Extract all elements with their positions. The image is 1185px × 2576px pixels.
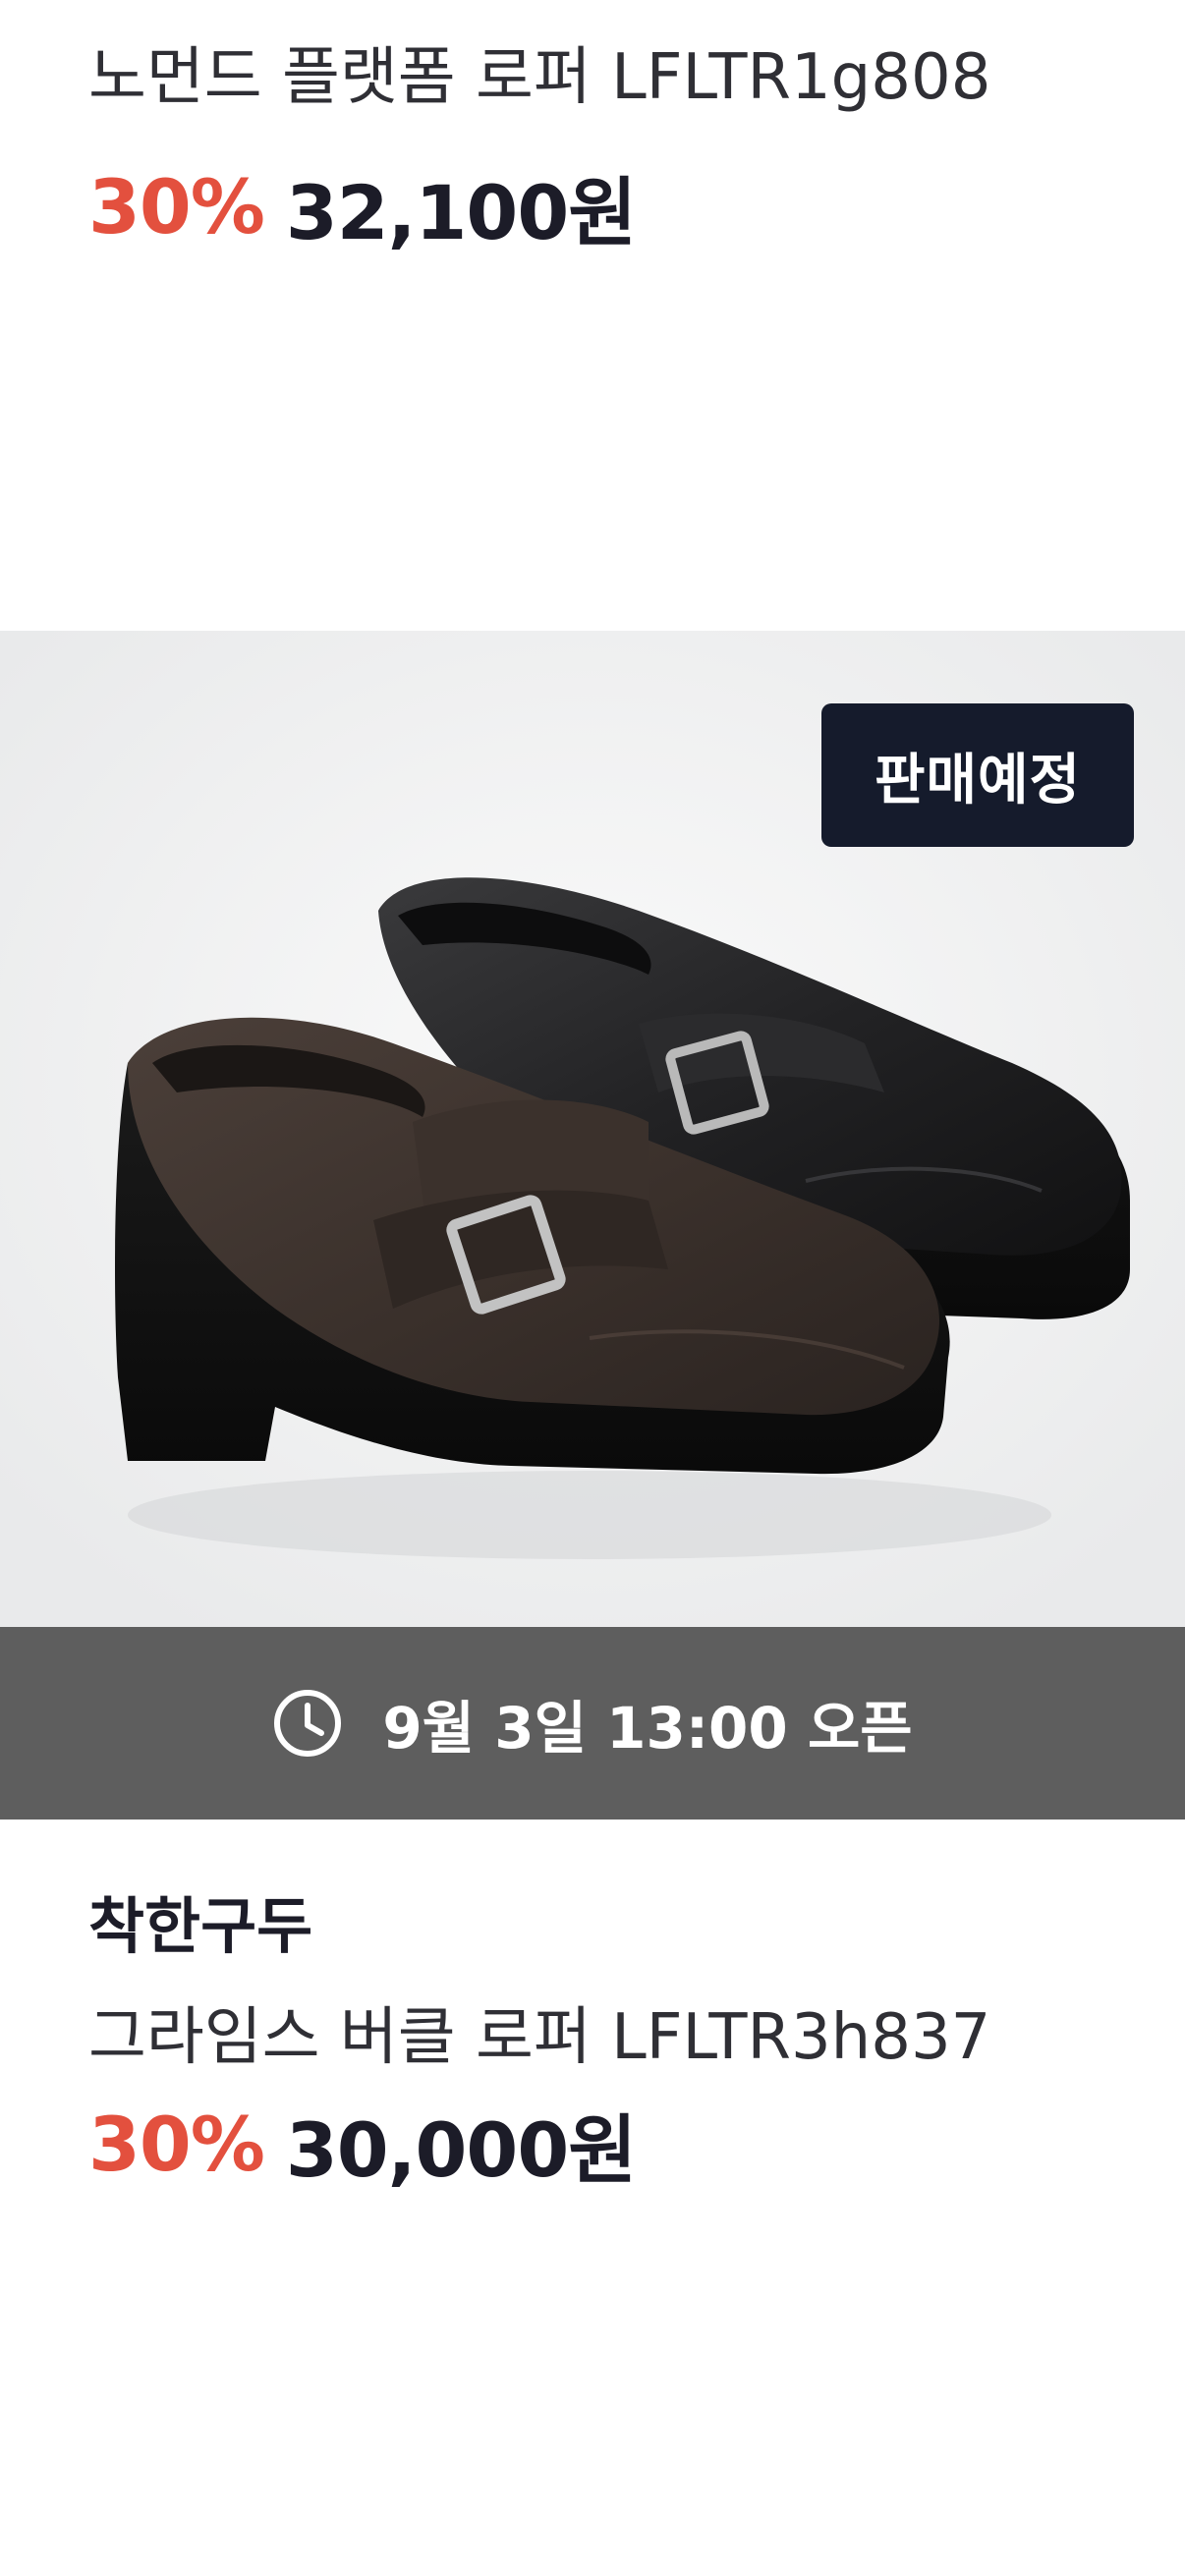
clock-icon bbox=[274, 1690, 342, 1757]
price-row: 30% 30,000원 bbox=[88, 2095, 637, 2195]
product-image[interactable]: 판매예정 bbox=[0, 631, 1185, 1627]
brand-name[interactable]: 착한구두 bbox=[88, 1876, 312, 1965]
product-list: 노먼드 플랫폼 로퍼 LFLTR1g808 30% 32,100원 판매예정 9… bbox=[0, 0, 1185, 2576]
open-time-bar: 9월 3일 13:00 오픈 bbox=[0, 1627, 1185, 1820]
product-info[interactable]: 착한구두 그라임스 버클 로퍼 LFLTR3h837 30% 30,000원 bbox=[0, 1820, 1185, 2232]
sale-price: 30,000원 bbox=[285, 2106, 637, 2194]
open-time-text: 9월 3일 13:00 오픈 bbox=[382, 1695, 913, 1762]
product-name[interactable]: 노먼드 플랫폼 로퍼 LFLTR1g808 bbox=[88, 33, 990, 122]
discount-rate: 30% bbox=[88, 2100, 265, 2188]
product-name[interactable]: 그라임스 버클 로퍼 LFLTR3h837 bbox=[88, 1987, 990, 2077]
sale-price: 32,100원 bbox=[285, 169, 637, 256]
upcoming-sale-badge: 판매예정 bbox=[821, 703, 1134, 847]
discount-rate: 30% bbox=[88, 162, 265, 251]
product-card[interactable]: 판매예정 9월 3일 13:00 오픈 착한구두 그라임스 버클 로퍼 LFLT… bbox=[0, 631, 1185, 2232]
product-card-top[interactable]: 노먼드 플랫폼 로퍼 LFLTR1g808 30% 32,100원 bbox=[0, 0, 1185, 629]
price-row: 30% 32,100원 bbox=[88, 157, 637, 257]
